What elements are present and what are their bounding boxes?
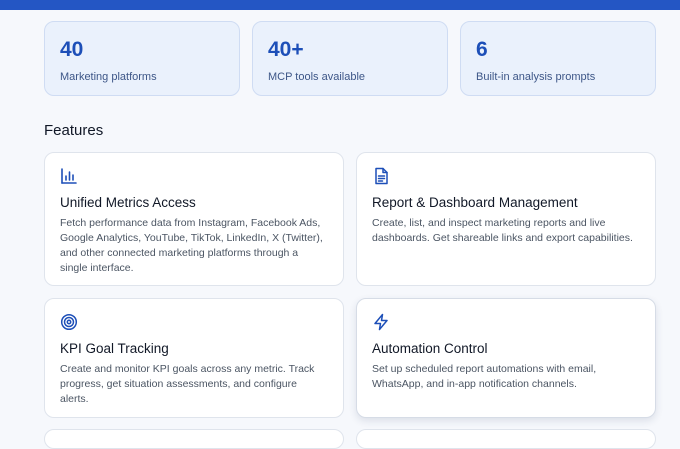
feature-title: Report & Dashboard Management — [372, 195, 578, 210]
stat-label: MCP tools available — [268, 71, 366, 83]
bar-chart-icon — [60, 167, 78, 185]
feature-card-partial[interactable] — [44, 429, 344, 449]
stat-value: 40 — [60, 38, 84, 61]
feature-card-automation[interactable]: Automation Control Set up scheduled repo… — [356, 298, 656, 418]
feature-card-report-dashboard[interactable]: Report & Dashboard Management Create, li… — [356, 152, 656, 286]
stat-label: Built-in analysis prompts — [476, 71, 596, 83]
feature-title: Automation Control — [372, 341, 488, 356]
feature-title: Unified Metrics Access — [60, 195, 196, 210]
feature-description: Create, list, and inspect marketing repo… — [372, 217, 633, 244]
feature-card-kpi-goals[interactable]: KPI Goal Tracking Create and monitor KPI… — [44, 298, 344, 418]
feature-description: Fetch performance data from Instagram, F… — [60, 217, 323, 274]
stat-card-prompts: 6 Built-in analysis prompts — [460, 21, 656, 96]
target-icon — [60, 313, 78, 331]
feature-card-partial[interactable] — [356, 429, 656, 449]
feature-card-unified-metrics[interactable]: Unified Metrics Access Fetch performance… — [44, 152, 344, 286]
feature-description: Set up scheduled report automations with… — [372, 363, 597, 390]
stat-card-platforms: 40 Marketing platforms — [44, 21, 240, 96]
feature-title: KPI Goal Tracking — [60, 341, 169, 356]
stat-card-tools: 40+ MCP tools available — [252, 21, 448, 96]
top-accent-bar — [0, 0, 680, 10]
stat-value: 6 — [476, 38, 488, 61]
lightning-icon — [372, 313, 390, 331]
feature-description: Create and monitor KPI goals across any … — [60, 363, 315, 405]
stat-value: 40+ — [268, 38, 304, 61]
stat-label: Marketing platforms — [60, 71, 157, 83]
document-icon — [372, 167, 390, 185]
features-heading: Features — [44, 122, 104, 139]
